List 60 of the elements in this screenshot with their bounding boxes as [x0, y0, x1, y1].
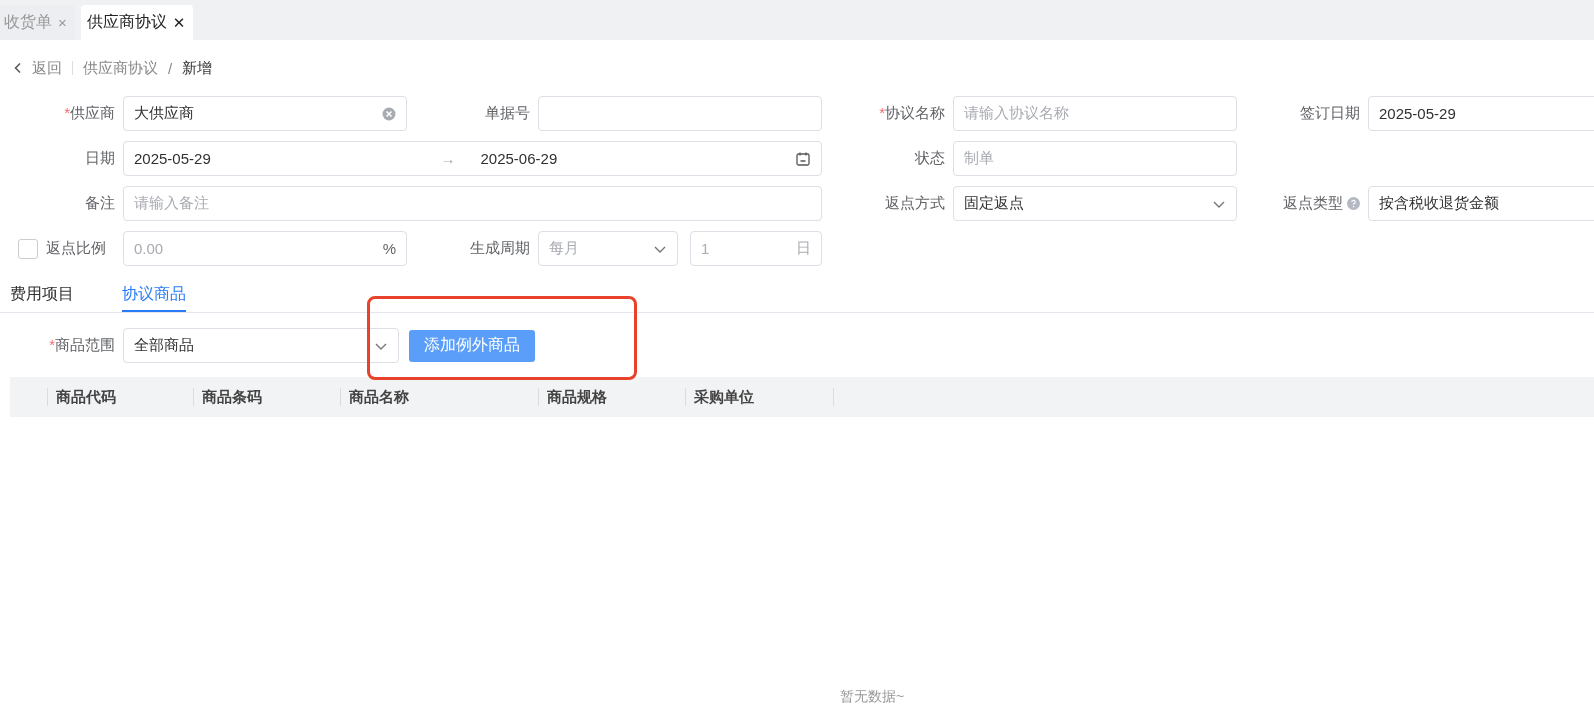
start-date: 2025-05-29 — [134, 150, 212, 167]
input-field[interactable]: 0.00 % — [123, 231, 407, 266]
field-value: 每月 — [549, 239, 580, 258]
select-field[interactable]: 固定返点 — [953, 186, 1237, 221]
field-label: 备注 — [85, 194, 115, 213]
field-placeholder: 制单 — [964, 149, 995, 168]
checkbox[interactable] — [18, 238, 38, 259]
field-placeholder: 请输入协议名称 — [964, 104, 1070, 123]
column-header: 商品规格 — [538, 388, 685, 406]
breadcrumb-separator: / — [168, 59, 173, 77]
field-label: *商品范围 — [49, 336, 115, 355]
field-label: 日期 — [85, 149, 115, 168]
field-label: 生成周期 — [470, 239, 530, 258]
close-icon[interactable]: × — [58, 14, 67, 31]
input-field[interactable]: 制单 — [953, 141, 1237, 176]
field-label: 返点方式 — [885, 194, 945, 213]
field-label: 签订日期 — [1300, 104, 1360, 123]
field-value: 2025-05-29 — [1379, 105, 1457, 122]
input-field[interactable] — [538, 96, 822, 131]
add-exception-button[interactable]: 添加例外商品 — [409, 329, 535, 362]
field-label: 返点类型 — [1283, 194, 1343, 213]
empty-message: 暂无数据~ — [839, 688, 905, 706]
tab[interactable]: 费用项目 — [10, 278, 74, 312]
range-arrow: → — [440, 150, 457, 167]
input-field[interactable]: 2025-05-29 — [1368, 96, 1594, 131]
page-tab[interactable]: 收货单 × — [0, 5, 75, 40]
page-tab[interactable]: 供应商协议 ✕ — [80, 5, 194, 40]
unit-suffix: % — [382, 240, 396, 257]
back-link[interactable]: 返回 — [12, 58, 62, 78]
column-header: 商品条码 — [193, 388, 340, 406]
select-field[interactable]: 全部商品 — [123, 328, 399, 363]
end-date: 2025-06-29 — [480, 150, 559, 167]
input-field[interactable]: 请输入协议名称 — [953, 96, 1237, 131]
input-field[interactable]: 请输入备注 — [123, 186, 822, 221]
supplier-field[interactable]: 大供应商 — [123, 96, 407, 131]
field-label: 单据号 — [485, 104, 530, 123]
field-value: 1 — [701, 240, 711, 257]
unit-suffix: 日 — [796, 239, 811, 258]
input-field[interactable]: 按含税收退货金额 — [1368, 186, 1594, 221]
date-range-field[interactable]: 2025-05-29 → 2025-06-29 — [123, 141, 822, 176]
field-value: 全部商品 — [134, 336, 195, 355]
calendar-icon[interactable] — [795, 150, 811, 167]
field-placeholder: 请输入备注 — [134, 194, 210, 213]
field-value: 大供应商 — [134, 104, 195, 123]
clear-icon[interactable] — [382, 106, 396, 121]
close-icon[interactable]: ✕ — [172, 13, 186, 32]
field-value: 按含税收退货金额 — [1379, 194, 1500, 213]
column-header: 采购单位 — [685, 388, 833, 406]
breadcrumb-item: 新增 — [182, 58, 213, 78]
field-label: *协议名称 — [879, 104, 945, 123]
field-label: 返点比例 — [46, 239, 106, 258]
field-placeholder: 0.00 — [134, 240, 165, 257]
column-header: 商品名称 — [340, 388, 538, 406]
column-header: 商品代码 — [47, 388, 193, 406]
help-icon[interactable] — [1347, 197, 1360, 210]
field-label: *供应商 — [64, 104, 115, 123]
field-label: 状态 — [915, 149, 945, 168]
breadcrumb-item[interactable]: 供应商协议 — [83, 58, 158, 78]
field-value: 固定返点 — [964, 194, 1025, 213]
tab[interactable]: 协议商品 — [122, 278, 186, 312]
